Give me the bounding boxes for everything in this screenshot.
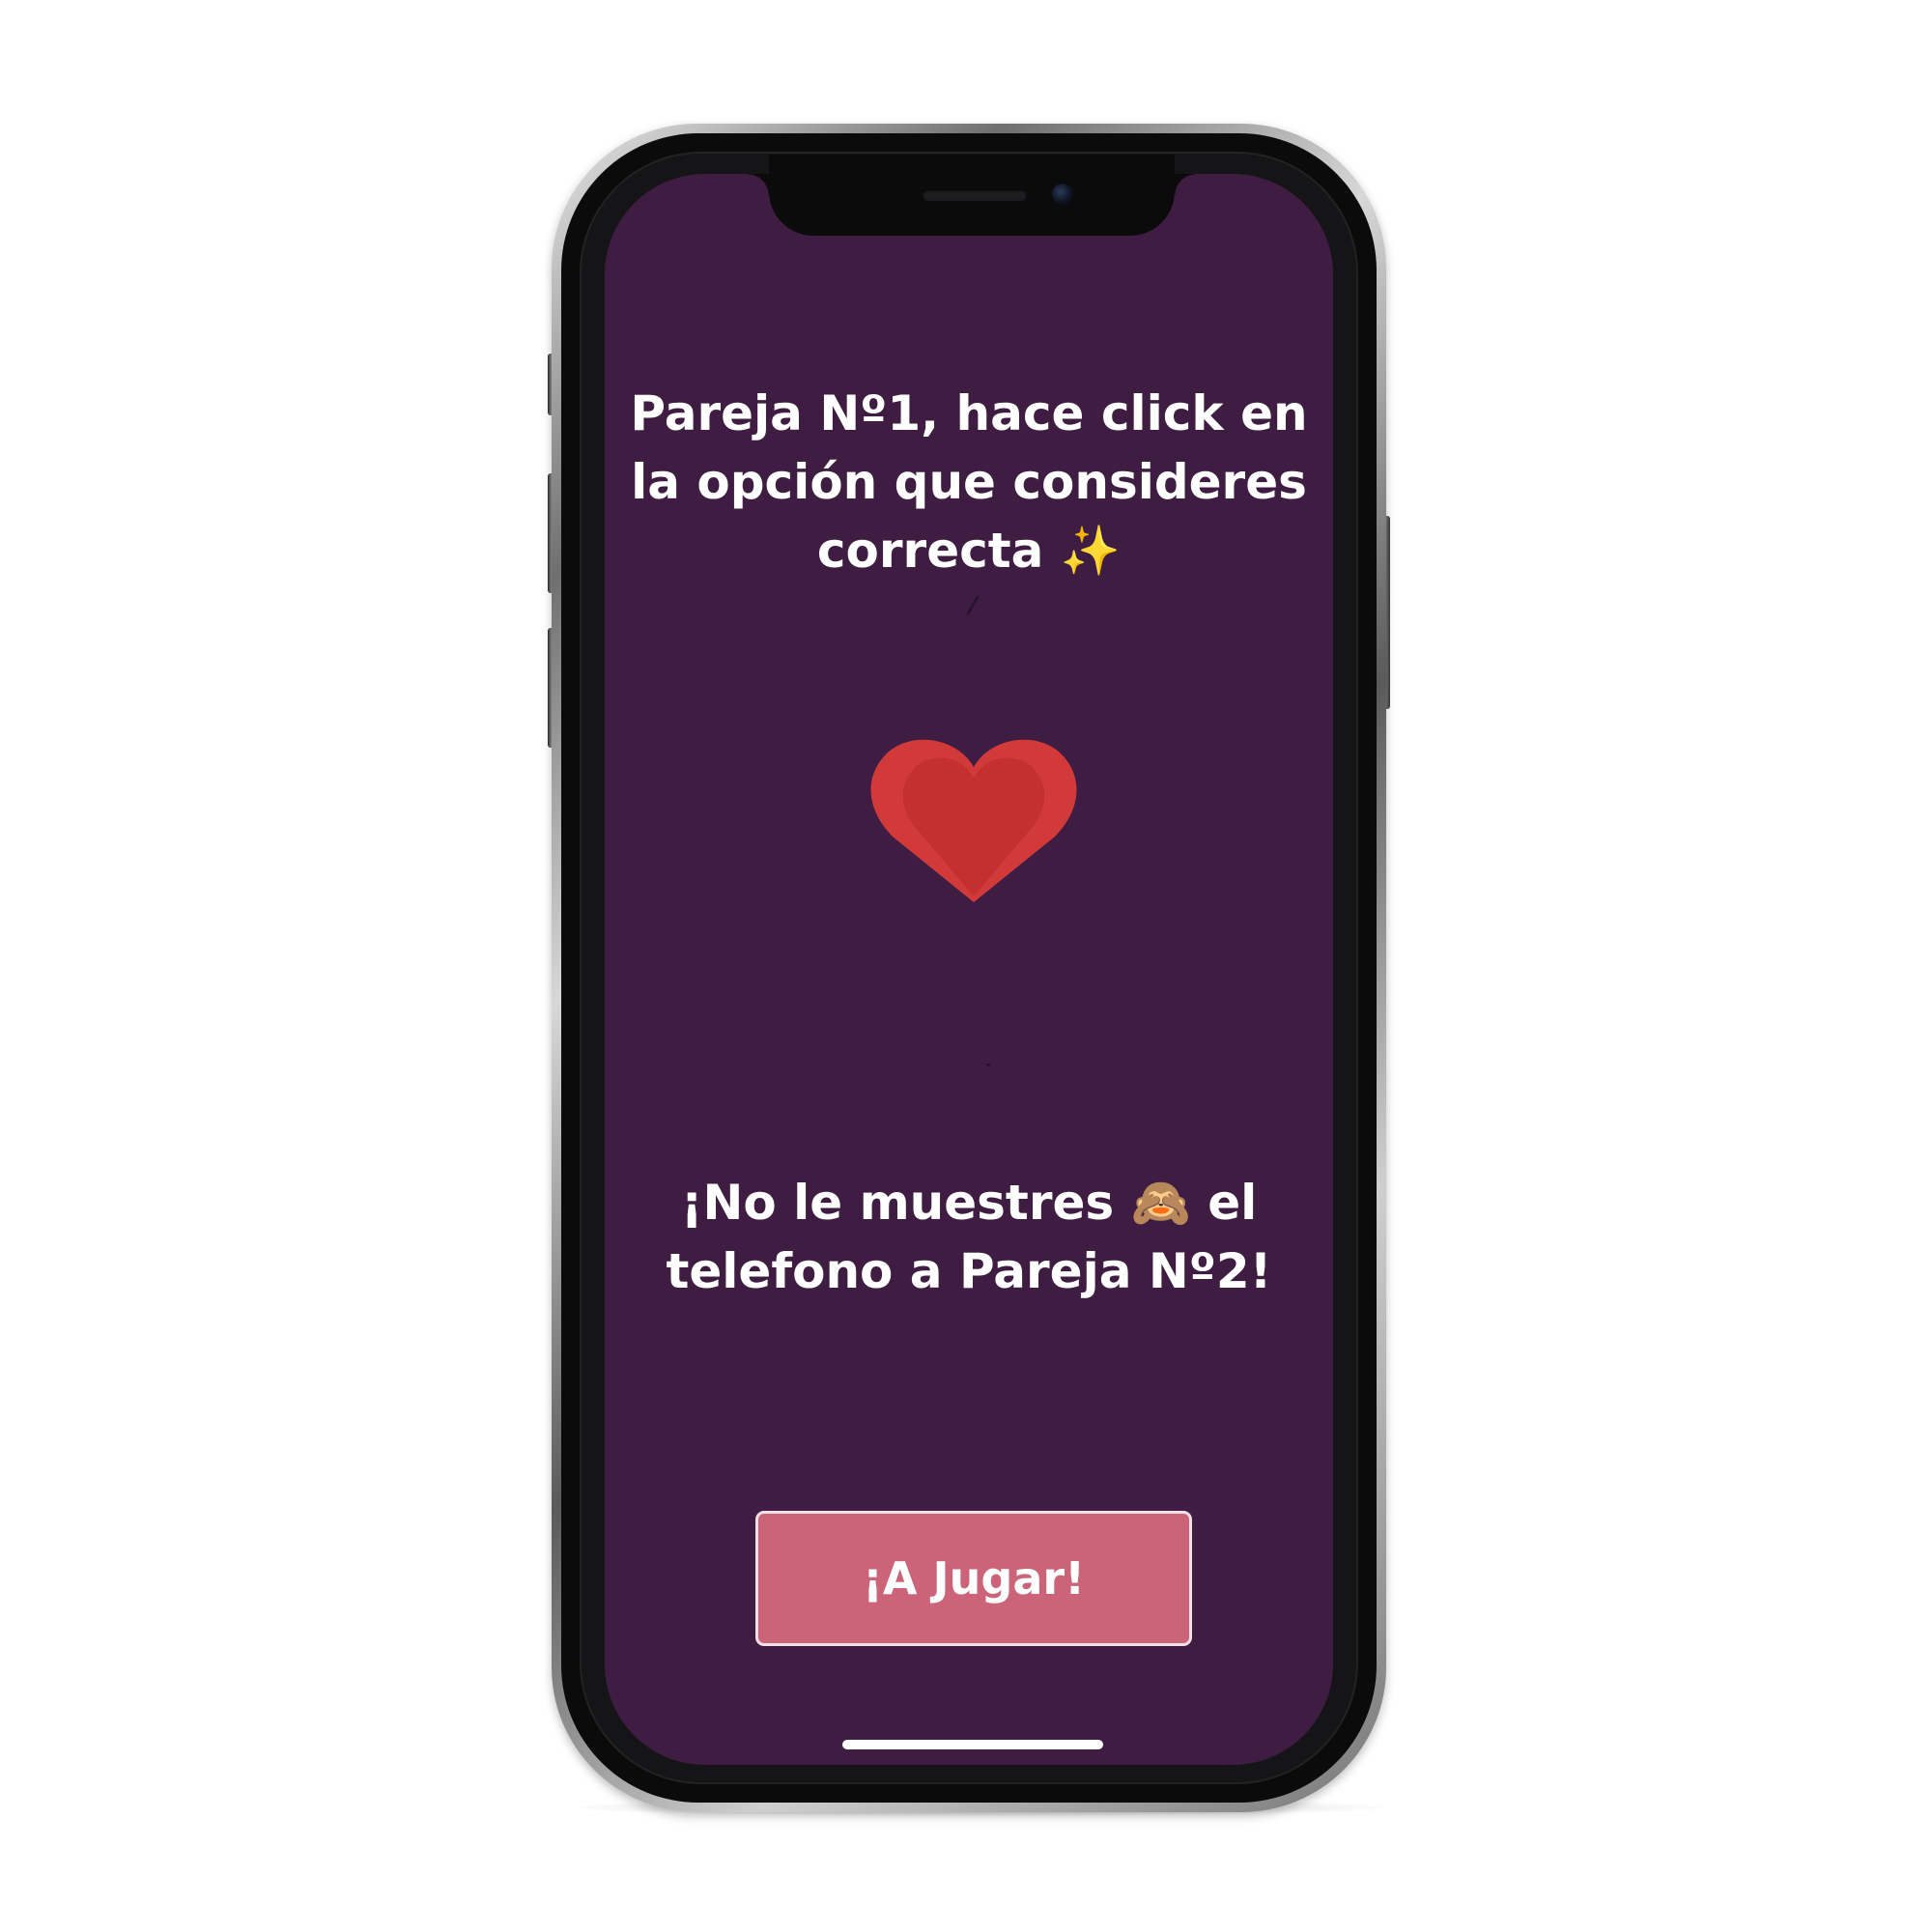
faint-mark-dash: - — [985, 1055, 992, 1073]
front-camera — [1052, 184, 1073, 205]
heart-icon — [870, 739, 1077, 902]
warning-text: ¡No le muestres 🙈 el telefono a Pareja N… — [666, 1175, 1272, 1299]
home-indicator[interactable] — [842, 1740, 1103, 1749]
heart-front-shape — [902, 757, 1045, 896]
earpiece-speaker — [923, 189, 1027, 201]
instruction-text: Pareja Nº1, hace click en la opción que … — [630, 385, 1308, 579]
stage: Pareja Nº1, hace click en la opción que … — [0, 0, 1932, 1932]
play-button[interactable]: ¡A Jugar! — [755, 1511, 1192, 1646]
